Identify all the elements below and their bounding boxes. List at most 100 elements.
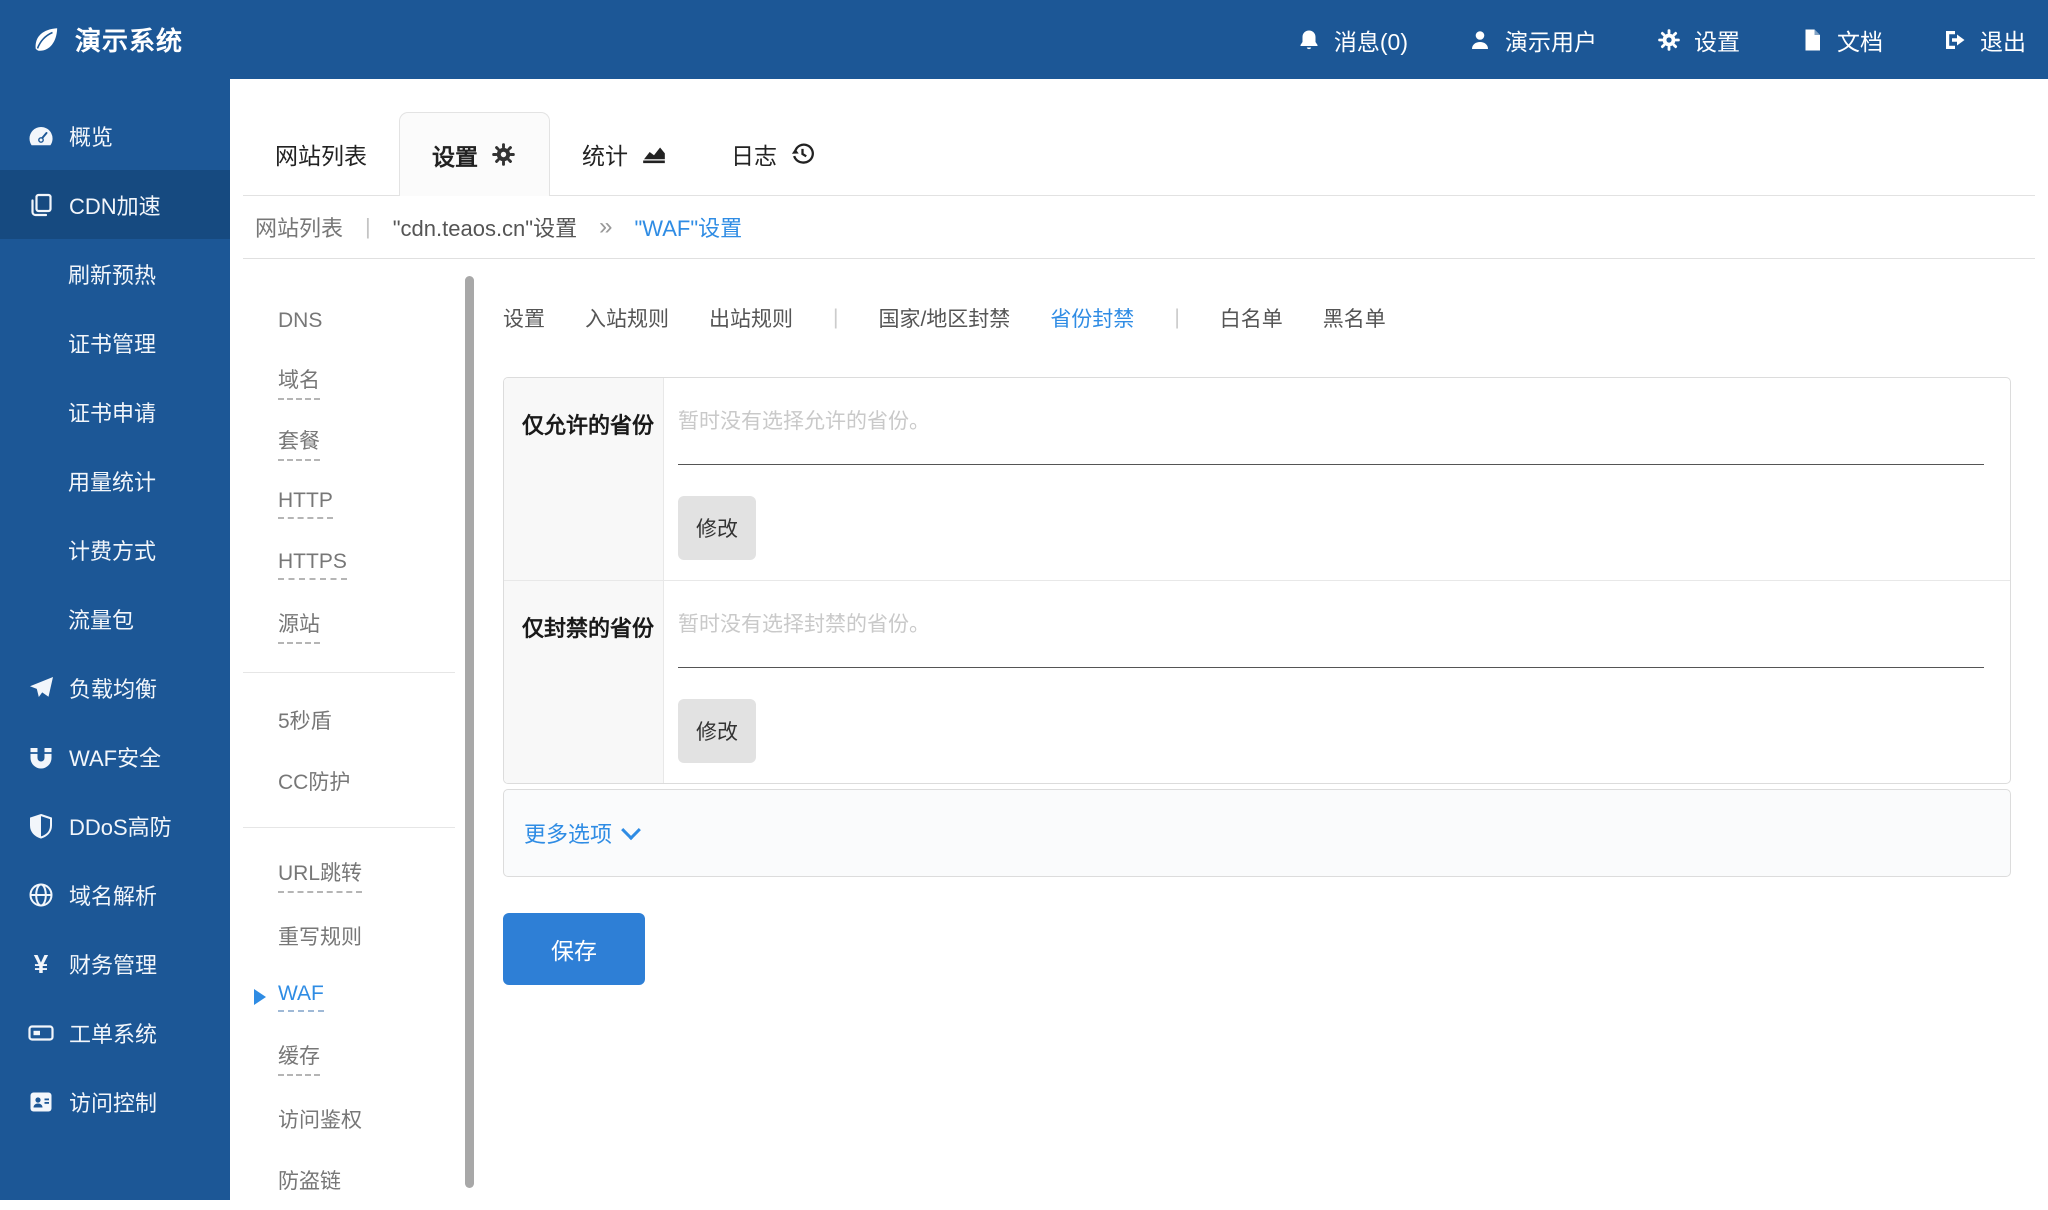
waf-tab-province-block[interactable]: 省份封禁 xyxy=(1050,303,1134,333)
submenu-item-cache[interactable]: 缓存 xyxy=(278,1027,465,1088)
submenu-item-url-redirect[interactable]: URL跳转 xyxy=(278,844,465,905)
tab-statistics[interactable]: 统计 xyxy=(550,112,699,196)
submenu-label: HTTP xyxy=(278,489,333,519)
tab-logs[interactable]: 日志 xyxy=(699,112,848,196)
tab-settings[interactable]: 设置 xyxy=(399,112,550,196)
globe-icon xyxy=(28,882,54,908)
blocked-provinces-label: 仅封禁的省份 xyxy=(504,581,664,783)
settings-menu-item[interactable]: 设置 xyxy=(1657,23,1740,57)
waf-tab-inbound-rules[interactable]: 入站规则 xyxy=(585,303,669,333)
sidebar-label: 计费方式 xyxy=(68,534,156,566)
messages-label: 消息(0) xyxy=(1334,23,1408,57)
submenu-label: URL跳转 xyxy=(278,857,362,893)
sidebar-item-traffic-package[interactable]: 流量包 xyxy=(0,584,230,653)
blocked-provinces-placeholder: 暂时没有选择封禁的省份。 xyxy=(678,611,1984,668)
submenu-item-hotlink-protect[interactable]: 防盗链 xyxy=(278,1149,465,1210)
submenu-label: 源站 xyxy=(278,608,320,644)
waf-tab-separator: | xyxy=(833,306,838,330)
waf-tab-whitelist[interactable]: 白名单 xyxy=(1220,303,1283,333)
sidebar-label: 证书管理 xyxy=(68,327,156,359)
breadcrumb-waf-settings[interactable]: "WAF"设置 xyxy=(634,211,742,243)
sidebar-label: 工单系统 xyxy=(69,1017,157,1049)
waf-tab-blacklist[interactable]: 黑名单 xyxy=(1323,303,1386,333)
sidebar-item-ddos[interactable]: DDoS高防 xyxy=(0,791,230,860)
bell-icon xyxy=(1297,28,1321,52)
sidebar-label: 流量包 xyxy=(68,603,134,635)
waf-tab-country-block[interactable]: 国家/地区封禁 xyxy=(878,303,1010,333)
submenu-item-domain[interactable]: 域名 xyxy=(278,351,465,412)
submenu-item-https[interactable]: HTTPS xyxy=(278,534,465,595)
modify-allowed-button[interactable]: 修改 xyxy=(678,496,756,560)
blocked-provinces-row: 仅封禁的省份 暂时没有选择封禁的省份。 修改 xyxy=(504,580,2010,783)
allowed-provinces-value: 暂时没有选择允许的省份。 修改 xyxy=(664,378,2010,580)
paper-plane-icon xyxy=(28,675,54,701)
messages-menu-item[interactable]: 消息(0) xyxy=(1297,23,1408,57)
waf-tab-outbound-rules[interactable]: 出站规则 xyxy=(709,303,793,333)
submenu-label: CC防护 xyxy=(278,766,350,796)
submenu-label: 防盗链 xyxy=(278,1165,341,1195)
sidebar-label: 用量统计 xyxy=(68,465,156,497)
logout-label: 退出 xyxy=(1980,23,2026,57)
submenu-scrollbar-thumb[interactable] xyxy=(465,276,474,1188)
sidebar-label: 证书申请 xyxy=(68,396,156,428)
sidebar-item-dns-resolve[interactable]: 域名解析 xyxy=(0,860,230,929)
submenu-label: DNS xyxy=(278,309,322,333)
submenu-label: 缓存 xyxy=(278,1040,320,1076)
modify-blocked-button[interactable]: 修改 xyxy=(678,699,756,763)
chart-icon xyxy=(641,141,667,167)
breadcrumb-separator: | xyxy=(365,214,371,240)
brand[interactable]: 演示系统 xyxy=(30,21,183,58)
submenu-item-http[interactable]: HTTP xyxy=(278,473,465,534)
current-user-menu-item[interactable]: 演示用户 xyxy=(1468,23,1597,57)
breadcrumb-site-list[interactable]: 网站列表 xyxy=(255,211,343,243)
submenu-item-waf[interactable]: WAF xyxy=(278,966,465,1027)
sidebar-item-refresh-preheat[interactable]: 刷新预热 xyxy=(0,239,230,308)
settings-content: DNS 域名 套餐 HTTP HTTPS 源站 5秒盾 CC防护 URL跳转 重… xyxy=(243,259,2035,1200)
waf-tab-settings[interactable]: 设置 xyxy=(503,303,545,333)
submenu-item-cc-protect[interactable]: CC防护 xyxy=(278,750,465,811)
brand-label: 演示系统 xyxy=(75,21,183,58)
waf-pane: 设置 入站规则 出站规则 | 国家/地区封禁 省份封禁 | 白名单 黑名单 仅允… xyxy=(503,259,2035,985)
sidebar-item-usage-stats[interactable]: 用量统计 xyxy=(0,446,230,515)
submenu-label: 重写规则 xyxy=(278,921,362,951)
shield-icon xyxy=(28,813,54,839)
chevron-down-icon xyxy=(621,820,641,840)
sidebar-item-tickets[interactable]: 工单系统 xyxy=(0,998,230,1067)
id-card-icon xyxy=(28,1089,54,1115)
sidebar-label: WAF安全 xyxy=(69,741,161,773)
sidebar-label: DDoS高防 xyxy=(69,810,172,842)
submenu-item-auth[interactable]: 访问鉴权 xyxy=(278,1088,465,1149)
more-options-link[interactable]: 更多选项 xyxy=(503,789,2011,877)
sidebar-item-cdn[interactable]: CDN加速 xyxy=(0,170,230,239)
sidebar-label: 域名解析 xyxy=(69,879,157,911)
submenu-item-dns[interactable]: DNS xyxy=(278,290,465,351)
breadcrumb-site-settings[interactable]: "cdn.teaos.cn"设置 xyxy=(393,211,577,243)
submenu-label: 套餐 xyxy=(278,425,320,461)
magnet-icon xyxy=(28,744,54,770)
sidebar-item-cert-apply[interactable]: 证书申请 xyxy=(0,377,230,446)
submenu-label: WAF xyxy=(278,982,324,1012)
sidebar-item-waf-security[interactable]: WAF安全 xyxy=(0,722,230,791)
sidebar-label: 概览 xyxy=(69,120,113,152)
submenu-item-origin[interactable]: 源站 xyxy=(278,595,465,656)
save-button[interactable]: 保存 xyxy=(503,913,645,985)
tab-site-list[interactable]: 网站列表 xyxy=(243,112,399,196)
more-options-label: 更多选项 xyxy=(524,817,612,849)
sidebar-item-load-balancer[interactable]: 负载均衡 xyxy=(0,653,230,722)
submenu-item-rewrite-rules[interactable]: 重写规则 xyxy=(278,905,465,966)
sidebar-item-finance[interactable]: ¥ 财务管理 xyxy=(0,929,230,998)
sidebar-item-overview[interactable]: 概览 xyxy=(0,101,230,170)
tab-label: 统计 xyxy=(582,137,628,171)
sidebar-label: CDN加速 xyxy=(69,189,161,221)
sidebar-item-cert-manage[interactable]: 证书管理 xyxy=(0,308,230,377)
sidebar-item-access-control[interactable]: 访问控制 xyxy=(0,1067,230,1136)
history-icon xyxy=(790,141,816,167)
sidebar-label: 财务管理 xyxy=(69,948,157,980)
submenu-item-5s-shield[interactable]: 5秒盾 xyxy=(278,689,465,750)
logout-icon xyxy=(1943,28,1967,52)
settings-submenu: DNS 域名 套餐 HTTP HTTPS 源站 5秒盾 CC防护 URL跳转 重… xyxy=(243,259,465,1210)
logout-menu-item[interactable]: 退出 xyxy=(1943,23,2026,57)
docs-menu-item[interactable]: 文档 xyxy=(1800,23,1883,57)
sidebar-item-billing-method[interactable]: 计费方式 xyxy=(0,515,230,584)
submenu-item-plan[interactable]: 套餐 xyxy=(278,412,465,473)
